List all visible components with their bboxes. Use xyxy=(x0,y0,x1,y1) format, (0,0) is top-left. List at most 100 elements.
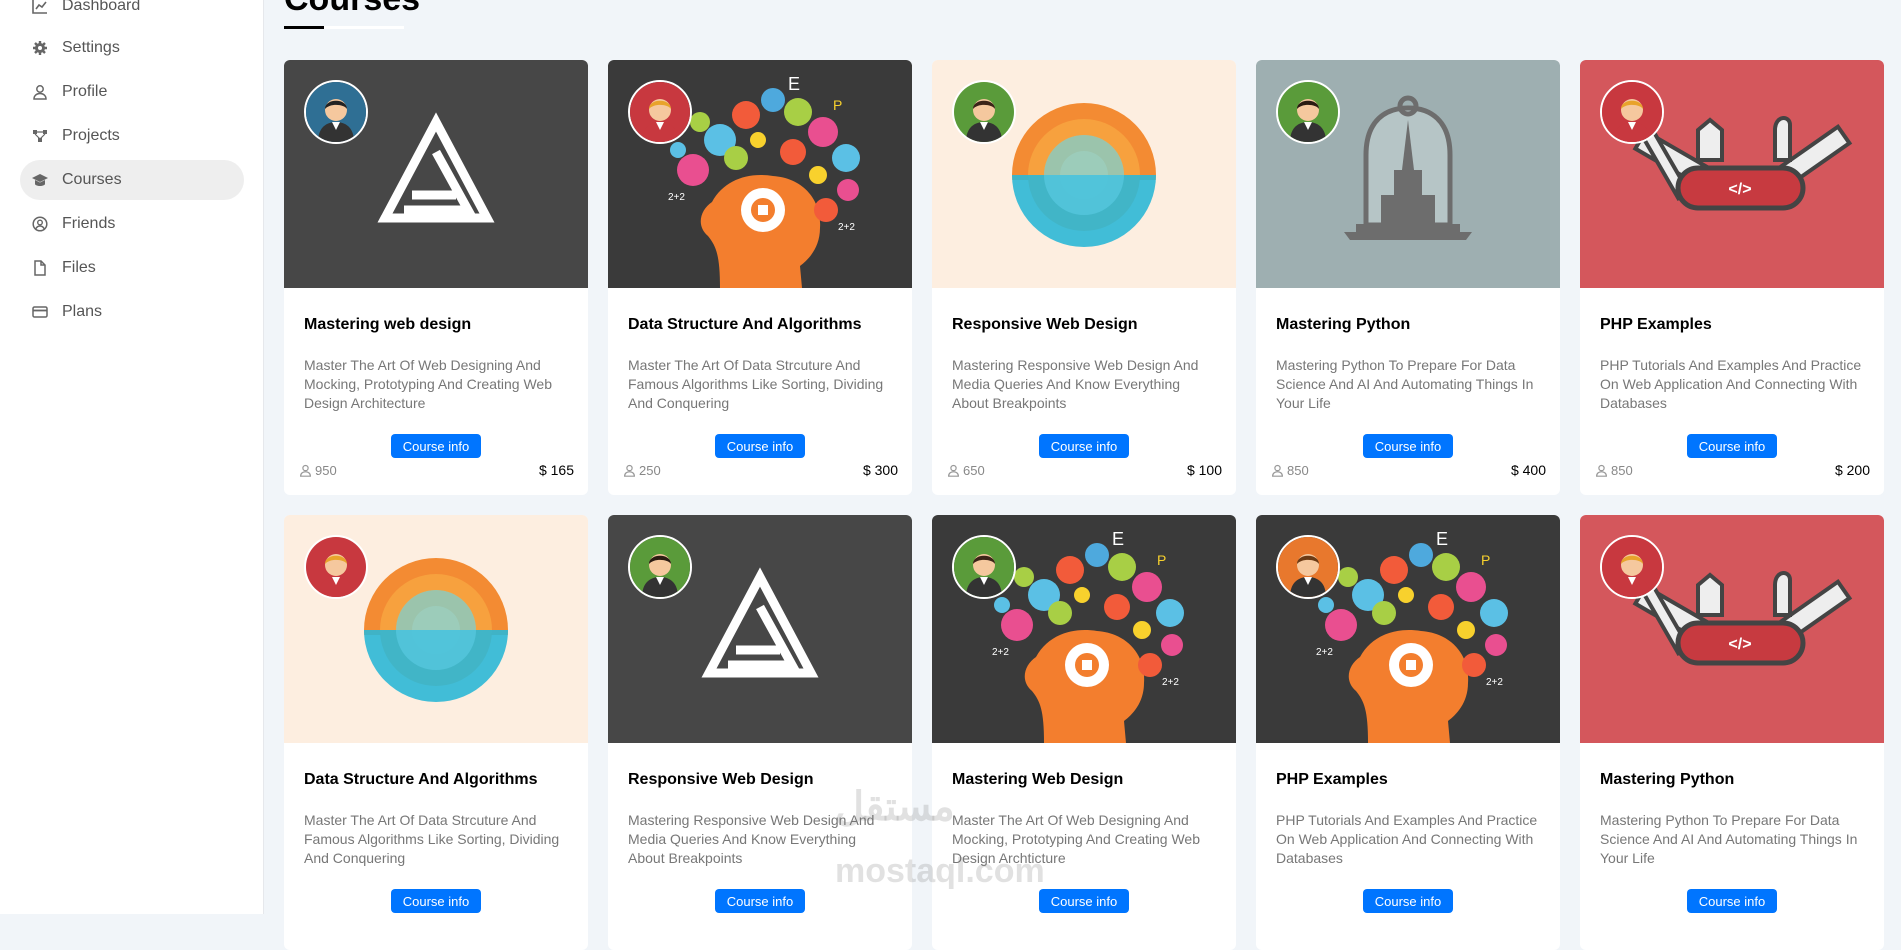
user-icon xyxy=(1272,464,1283,477)
course-title: PHP Examples xyxy=(1276,771,1388,788)
file-icon xyxy=(34,260,46,276)
price-value: 100 xyxy=(1198,462,1222,478)
course-card: E P 2+2 2+2 Data Structure And Algorithm… xyxy=(608,60,912,495)
title-underline-accent xyxy=(284,26,324,29)
currency-symbol: $ xyxy=(1510,462,1519,478)
credit-card-icon xyxy=(32,306,48,318)
teacher-avatar xyxy=(628,535,692,599)
svg-text:P: P xyxy=(833,97,842,113)
sidebar-item-settings[interactable]: Settings xyxy=(20,28,244,68)
course-title: PHP Examples xyxy=(1600,316,1712,333)
diagram-icon xyxy=(33,130,47,142)
sidebar-item-dashboard[interactable]: Dashboard xyxy=(20,0,244,26)
svg-text:2+2: 2+2 xyxy=(1162,677,1179,688)
course-title: Data Structure And Algorithms xyxy=(628,316,862,333)
currency-symbol: $ xyxy=(538,462,547,478)
course-card: </> Mastering Python Mastering Python To… xyxy=(1580,515,1884,950)
course-card: Mastering web design Master The Art Of W… xyxy=(284,60,588,495)
course-card: </> PHP Examples PHP Tutorials And Examp… xyxy=(1580,60,1884,495)
svg-text:2+2: 2+2 xyxy=(838,222,855,233)
course-description: Master The Art Of Data Strcuture And Fam… xyxy=(304,812,560,866)
course-info-button[interactable]: Course info xyxy=(1363,434,1453,458)
course-info-button[interactable]: Course info xyxy=(715,889,805,913)
students-value: 250 xyxy=(639,463,661,478)
course-card: E P 2+2 2+2 PHP Examples PHP Tutorials A… xyxy=(1256,515,1560,950)
svg-text:E: E xyxy=(1436,529,1448,549)
course-info-button[interactable]: Course info xyxy=(1687,889,1777,913)
course-info-button[interactable]: Course info xyxy=(1687,434,1777,458)
course-info-button[interactable]: Course info xyxy=(1039,434,1129,458)
price-value: 300 xyxy=(874,462,898,478)
students-count: 250 xyxy=(623,463,661,478)
svg-text:P: P xyxy=(1481,552,1490,568)
course-description: Master The Art Of Web Designing And Mock… xyxy=(952,812,1200,866)
svg-text:E: E xyxy=(788,74,800,94)
course-card: Data Structure And Algorithms Master The… xyxy=(284,515,588,950)
course-description: Master The Art Of Web Designing And Mock… xyxy=(304,357,552,411)
teacher-avatar xyxy=(1276,535,1340,599)
currency-symbol: $ xyxy=(1834,462,1843,478)
course-title: Mastering web design xyxy=(304,316,472,333)
sidebar-item-label: Friends xyxy=(62,215,116,232)
course-card: Mastering Python Mastering Python To Pre… xyxy=(1256,60,1560,495)
course-description: Mastering Responsive Web Design And Medi… xyxy=(628,812,875,866)
svg-text:2+2: 2+2 xyxy=(668,192,685,203)
students-count: 850 xyxy=(1271,463,1309,478)
teacher-avatar xyxy=(304,80,368,144)
graduation-cap-icon xyxy=(32,174,48,186)
svg-text:P: P xyxy=(1157,552,1166,568)
course-info-button[interactable]: Course info xyxy=(1363,889,1453,913)
price-value: 400 xyxy=(1522,462,1546,478)
page-title: Courses xyxy=(284,0,420,16)
sidebar-item-projects[interactable]: Projects xyxy=(20,116,244,156)
sidebar-item-plans[interactable]: Plans xyxy=(20,292,244,332)
course-title: Responsive Web Design xyxy=(628,771,814,788)
course-price: $ 300 xyxy=(863,462,898,478)
teacher-avatar xyxy=(628,80,692,144)
main-content: Courses Mastering web design Master The … xyxy=(264,0,1901,950)
teacher-avatar xyxy=(304,535,368,599)
sidebar-item-label: Plans xyxy=(62,303,103,320)
course-title: Responsive Web Design xyxy=(952,316,1138,333)
course-description: Mastering Responsive Web Design And Medi… xyxy=(952,357,1199,411)
course-description: Mastering Python To Prepare For Data Sci… xyxy=(1600,812,1858,866)
currency-symbol: $ xyxy=(1186,462,1195,478)
course-info-button[interactable]: Course info xyxy=(715,434,805,458)
course-title: Mastering Python xyxy=(1600,771,1735,788)
svg-text:2+2: 2+2 xyxy=(1316,647,1333,658)
gear-icon xyxy=(33,41,47,55)
user-icon xyxy=(33,85,47,100)
chart-line-icon xyxy=(32,0,47,14)
students-value: 850 xyxy=(1611,463,1633,478)
course-info-button[interactable]: Course info xyxy=(391,889,481,913)
user-icon xyxy=(948,464,959,477)
price-value: 165 xyxy=(550,462,574,478)
user-icon xyxy=(1596,464,1607,477)
course-description: Master The Art Of Data Strcuture And Fam… xyxy=(628,357,884,411)
course-price: $ 100 xyxy=(1187,462,1222,478)
sidebar-item-profile[interactable]: Profile xyxy=(20,72,244,112)
sidebar-item-label: Courses xyxy=(62,171,122,188)
sidebar-item-courses[interactable]: Courses xyxy=(20,160,244,200)
course-info-button[interactable]: Course info xyxy=(1039,889,1129,913)
user-icon xyxy=(300,464,311,477)
svg-text:2+2: 2+2 xyxy=(1486,677,1503,688)
students-count: 650 xyxy=(947,463,985,478)
sidebar: Dashboard Settings Profile Projects Cour… xyxy=(0,0,264,914)
user-circle-icon xyxy=(32,216,48,232)
course-title: Mastering Web Design xyxy=(952,771,1124,788)
sidebar-item-files[interactable]: Files xyxy=(20,248,244,288)
students-value: 950 xyxy=(315,463,337,478)
course-description: PHP Tutorials And Examples And Practice … xyxy=(1600,357,1862,411)
sidebar-item-label: Projects xyxy=(62,127,120,144)
teacher-avatar xyxy=(1600,535,1664,599)
course-price: $ 200 xyxy=(1835,462,1870,478)
teacher-avatar xyxy=(952,535,1016,599)
price-value: 200 xyxy=(1846,462,1870,478)
svg-text:2+2: 2+2 xyxy=(992,647,1009,658)
sidebar-item-label: Files xyxy=(62,259,96,276)
course-info-button[interactable]: Course info xyxy=(391,434,481,458)
svg-text:E: E xyxy=(1112,529,1124,549)
sidebar-item-label: Settings xyxy=(62,39,120,56)
sidebar-item-friends[interactable]: Friends xyxy=(20,204,244,244)
